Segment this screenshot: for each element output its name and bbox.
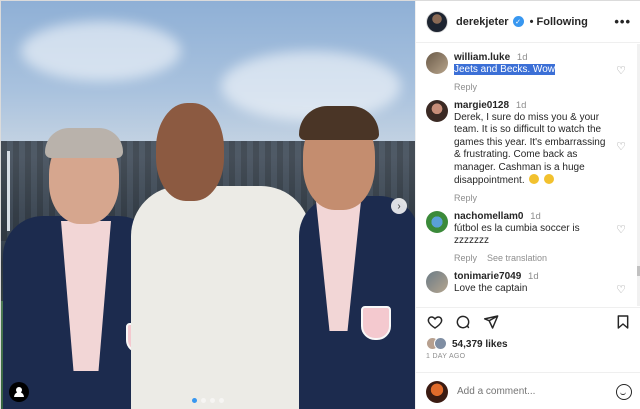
instagram-post-viewer: › derekjeter ✓ • Following ••• william.l… — [0, 0, 640, 409]
like-comment-heart-icon[interactable]: ♡ — [616, 140, 626, 153]
comment-composer — [416, 372, 640, 409]
smiley-icon[interactable] — [616, 383, 632, 400]
likes-count[interactable]: 54,379 likes — [452, 339, 508, 350]
sad-face-emoji-icon — [544, 174, 555, 184]
bookmark-icon[interactable] — [614, 313, 632, 331]
comment-list: william.luke 1d Jeets and Becks. Wow Rep… — [416, 44, 638, 306]
brown-hair — [299, 106, 379, 140]
reply-link[interactable]: Reply — [454, 193, 477, 203]
post-date: 1 DAY AGO — [426, 353, 466, 360]
carousel-indicator — [192, 398, 224, 403]
sad-face-emoji-icon — [529, 174, 540, 184]
reply-link[interactable]: Reply — [454, 253, 477, 263]
commenter-avatar[interactable] — [426, 99, 448, 122]
like-comment-heart-icon[interactable]: ♡ — [616, 283, 626, 296]
comment-item: william.luke 1d Jeets and Becks. Wow Rep… — [426, 52, 628, 92]
commenter-avatar[interactable] — [426, 270, 448, 293]
post-header: derekjeter ✓ • Following ••• — [416, 1, 640, 43]
likes-summary[interactable]: 54,379 likes — [426, 337, 508, 351]
carousel-dot — [201, 398, 206, 403]
carousel-dot — [192, 398, 197, 403]
verified-badge-icon: ✓ — [512, 16, 524, 27]
comment-time: 1d — [515, 99, 527, 111]
comment-item: tonimarie7049 1d Love the captain ♡ — [426, 270, 628, 296]
comment-item: margie0128 1d Derek, I sure do miss you … — [426, 99, 628, 203]
commenter-avatar[interactable] — [426, 52, 448, 74]
next-photo-button[interactable]: › — [391, 198, 407, 214]
person-middle — [131, 101, 311, 409]
reply-link[interactable]: Reply — [454, 82, 477, 92]
comment-text: Jeets and Becks. Wow — [454, 64, 555, 75]
commenter-username[interactable]: margie0128 — [454, 100, 509, 111]
add-comment-input[interactable] — [457, 386, 616, 397]
commenter-username[interactable]: william.luke — [454, 52, 510, 63]
tagged-users-icon[interactable] — [9, 382, 29, 402]
comment-text: Love the captain — [454, 282, 528, 294]
author-username[interactable]: derekjeter — [456, 16, 509, 28]
post-action-bar — [416, 307, 640, 335]
comment-time: 1d — [530, 210, 541, 222]
carousel-dot — [219, 398, 224, 403]
carousel-dot — [210, 398, 215, 403]
white-shirt — [131, 186, 311, 409]
comment-item: nachomellam0 1d fútbol es la cumbia socc… — [426, 210, 628, 263]
commenter-username[interactable]: nachomellam0 — [454, 211, 523, 222]
like-comment-heart-icon[interactable]: ♡ — [616, 223, 626, 236]
comment-time: 1d — [516, 52, 528, 63]
post-photo[interactable]: › — [1, 1, 415, 409]
face — [156, 103, 224, 201]
gray-hair — [45, 128, 123, 158]
following-button[interactable]: • Following — [530, 16, 588, 28]
liker-avatars — [426, 337, 448, 351]
author-avatar[interactable] — [426, 10, 448, 33]
current-user-avatar — [426, 380, 448, 403]
following-label: Following — [536, 15, 588, 28]
liker-avatar — [434, 337, 447, 350]
comment-time: 1d — [528, 270, 539, 282]
comment-bubble-icon[interactable] — [454, 313, 472, 331]
more-options-icon[interactable]: ••• — [614, 14, 631, 29]
heart-icon[interactable] — [426, 313, 444, 331]
comment-text: fútbol es la cumbia soccer is zzzzzzz — [454, 222, 580, 247]
person-right — [291, 106, 415, 409]
post-sidebar: derekjeter ✓ • Following ••• william.luk… — [415, 1, 640, 409]
commenter-avatar[interactable] — [426, 210, 448, 233]
club-crest-badge — [361, 306, 391, 340]
like-comment-heart-icon[interactable]: ♡ — [616, 64, 626, 77]
see-translation-link[interactable]: See translation — [487, 253, 547, 263]
paper-plane-icon[interactable] — [482, 313, 500, 331]
cloud — [21, 21, 181, 81]
commenter-username[interactable]: tonimarie7049 — [454, 271, 521, 282]
